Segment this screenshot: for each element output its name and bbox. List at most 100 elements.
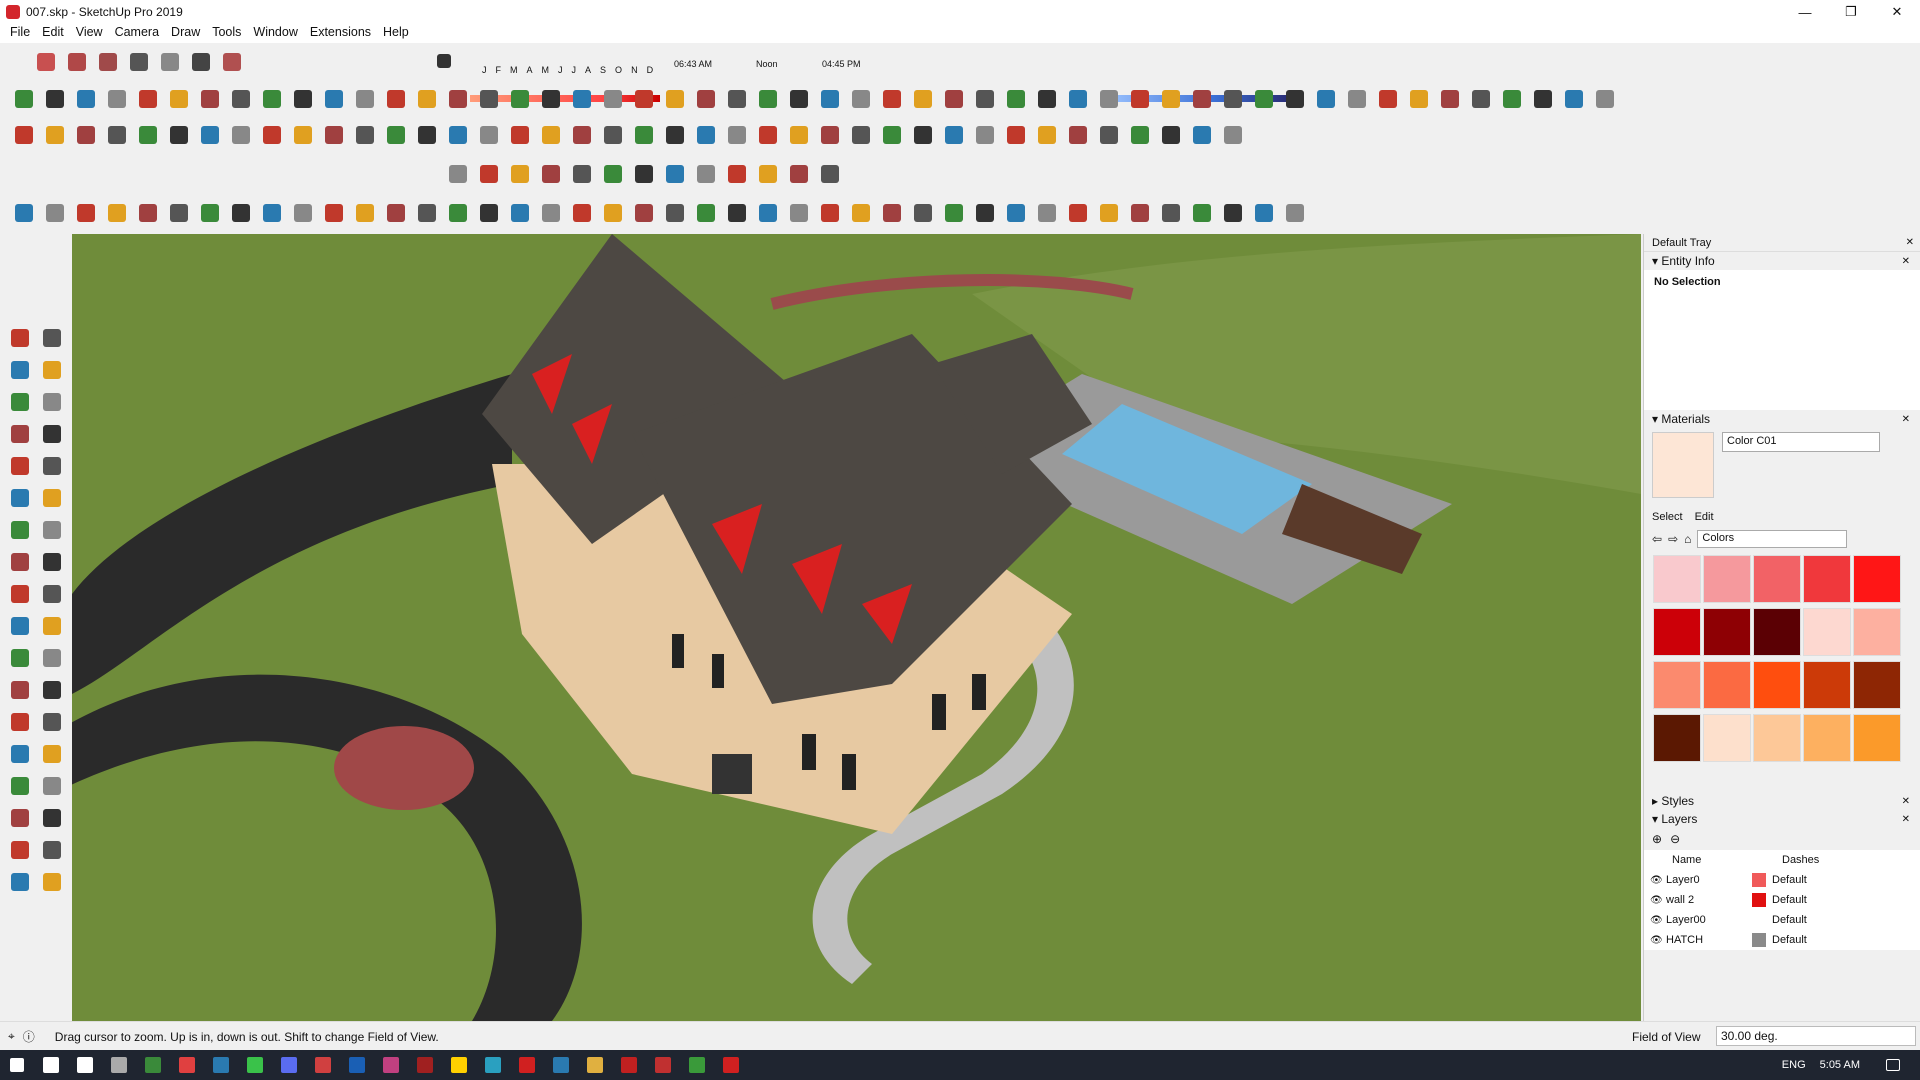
tool-icon[interactable] xyxy=(1126,121,1154,149)
tool-icon[interactable] xyxy=(630,85,658,113)
tool-icon[interactable] xyxy=(258,199,286,227)
material-name-field[interactable]: Color C01 xyxy=(1722,432,1880,452)
tool-icon[interactable] xyxy=(816,160,844,188)
layers-header[interactable]: ▾ Layers ✕ xyxy=(1644,810,1920,828)
tool-icon[interactable] xyxy=(506,160,534,188)
tool-icon[interactable] xyxy=(196,121,224,149)
tool-icon[interactable] xyxy=(816,121,844,149)
tool-icon[interactable] xyxy=(38,804,66,832)
tool-icon[interactable] xyxy=(723,160,751,188)
tool-icon[interactable] xyxy=(537,199,565,227)
taskbar-app-icon[interactable] xyxy=(476,1050,510,1080)
close-icon[interactable]: ✕ xyxy=(1902,414,1910,425)
language-indicator[interactable]: ENG xyxy=(1782,1059,1806,1071)
info-icon[interactable]: ⓘ xyxy=(23,1028,35,1045)
tool-icon[interactable] xyxy=(10,121,38,149)
tool-icon[interactable] xyxy=(1498,85,1526,113)
tool-icon[interactable] xyxy=(38,740,66,768)
tool-icon[interactable] xyxy=(1591,85,1619,113)
close-icon[interactable]: ✕ xyxy=(1902,256,1910,267)
geo-location-icon[interactable]: ⌖ xyxy=(8,1029,15,1044)
tool-icon[interactable] xyxy=(1188,121,1216,149)
color-swatch[interactable] xyxy=(1853,661,1901,709)
menu-camera[interactable]: Camera xyxy=(109,25,165,39)
tool-icon[interactable] xyxy=(1188,85,1216,113)
color-swatch[interactable] xyxy=(1653,661,1701,709)
taskbar-app-icon[interactable] xyxy=(136,1050,170,1080)
tool-icon[interactable] xyxy=(1219,199,1247,227)
home-icon[interactable]: ⌂ xyxy=(1684,532,1691,546)
tool-icon[interactable] xyxy=(320,121,348,149)
taskbar-app-icon[interactable] xyxy=(34,1050,68,1080)
taskbar-app-icon[interactable] xyxy=(374,1050,408,1080)
tool-icon[interactable] xyxy=(351,199,379,227)
taskbar-app-icon[interactable] xyxy=(714,1050,748,1080)
tool-icon[interactable] xyxy=(630,121,658,149)
tool-icon[interactable] xyxy=(38,772,66,800)
color-swatch[interactable] xyxy=(1653,608,1701,656)
tool-icon[interactable] xyxy=(692,121,720,149)
tool-icon[interactable] xyxy=(1095,85,1123,113)
tool-icon[interactable] xyxy=(475,85,503,113)
tool-icon[interactable] xyxy=(1126,85,1154,113)
tool-icon[interactable] xyxy=(692,199,720,227)
menu-view[interactable]: View xyxy=(70,25,109,39)
taskbar-app-icon[interactable] xyxy=(510,1050,544,1080)
top-view-icon[interactable] xyxy=(63,48,91,76)
tool-icon[interactable] xyxy=(165,85,193,113)
taskbar-app-icon[interactable] xyxy=(272,1050,306,1080)
tool-icon[interactable] xyxy=(6,388,34,416)
tool-icon[interactable] xyxy=(103,85,131,113)
tool-icon[interactable] xyxy=(1281,85,1309,113)
tool-icon[interactable] xyxy=(38,580,66,608)
tool-icon[interactable] xyxy=(785,121,813,149)
tool-icon[interactable] xyxy=(6,708,34,736)
tool-icon[interactable] xyxy=(6,740,34,768)
tool-icon[interactable] xyxy=(1064,85,1092,113)
taskbar-app-icon[interactable] xyxy=(612,1050,646,1080)
tool-icon[interactable] xyxy=(382,121,410,149)
tool-icon[interactable] xyxy=(444,121,472,149)
layer-row[interactable]: 👁 Layer0 Default xyxy=(1644,870,1920,890)
tool-icon[interactable] xyxy=(41,199,69,227)
tool-icon[interactable] xyxy=(289,121,317,149)
tool-icon[interactable] xyxy=(38,420,66,448)
tool-icon[interactable] xyxy=(103,121,131,149)
color-swatch[interactable] xyxy=(1703,661,1751,709)
tool-icon[interactable] xyxy=(1560,85,1588,113)
tool-icon[interactable] xyxy=(909,121,937,149)
tool-icon[interactable] xyxy=(351,121,379,149)
layer-row[interactable]: 👁 HATCH Default xyxy=(1644,930,1920,950)
taskbar-app-icon[interactable] xyxy=(680,1050,714,1080)
tool-icon[interactable] xyxy=(72,85,100,113)
tool-icon[interactable] xyxy=(38,548,66,576)
visibility-eye-icon[interactable]: 👁 xyxy=(1644,935,1666,946)
color-swatch[interactable] xyxy=(1703,608,1751,656)
tool-icon[interactable] xyxy=(6,772,34,800)
tool-icon[interactable] xyxy=(723,199,751,227)
tool-icon[interactable] xyxy=(909,85,937,113)
tool-icon[interactable] xyxy=(599,121,627,149)
taskbar-app-icon[interactable] xyxy=(544,1050,578,1080)
notifications-icon[interactable] xyxy=(1876,1050,1910,1080)
tool-icon[interactable] xyxy=(134,85,162,113)
tool-icon[interactable] xyxy=(661,121,689,149)
tool-icon[interactable] xyxy=(1436,85,1464,113)
visibility-eye-icon[interactable]: 👁 xyxy=(1644,915,1666,926)
tool-icon[interactable] xyxy=(785,199,813,227)
tool-icon[interactable] xyxy=(1064,199,1092,227)
tool-icon[interactable] xyxy=(1219,121,1247,149)
tool-icon[interactable] xyxy=(661,199,689,227)
menu-help[interactable]: Help xyxy=(377,25,415,39)
tool-icon[interactable] xyxy=(971,121,999,149)
close-icon[interactable]: ✕ xyxy=(1902,814,1910,825)
shadows-toggle-icon[interactable] xyxy=(430,47,458,75)
tool-icon[interactable] xyxy=(1157,199,1185,227)
tool-icon[interactable] xyxy=(537,121,565,149)
visibility-eye-icon[interactable]: 👁 xyxy=(1644,895,1666,906)
forward-arrow-icon[interactable]: ⇨ xyxy=(1668,532,1678,546)
tool-icon[interactable] xyxy=(971,85,999,113)
tool-icon[interactable] xyxy=(1064,121,1092,149)
tool-icon[interactable] xyxy=(599,85,627,113)
tool-icon[interactable] xyxy=(506,199,534,227)
